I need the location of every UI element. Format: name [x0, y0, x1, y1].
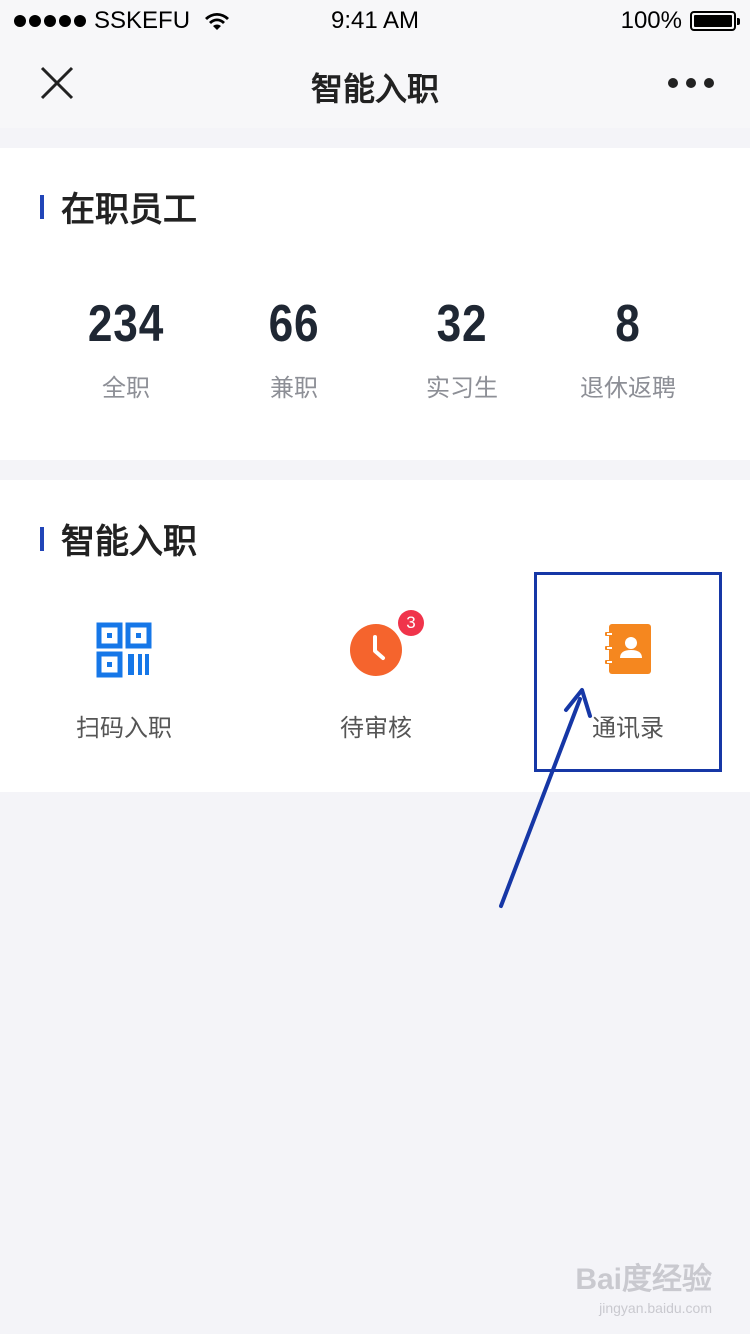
employees-title: 在职员工	[61, 190, 197, 230]
navigation-bar: 智能入职	[0, 40, 750, 128]
stat-rehired-retiree[interactable]: 8 退休返聘	[538, 294, 718, 403]
title-accent-bar	[40, 526, 44, 551]
stat-fulltime[interactable]: 234 全职	[36, 294, 216, 403]
battery-icon	[690, 11, 740, 31]
stat-label: 退休返聘	[580, 374, 676, 402]
stat-parttime[interactable]: 66 兼职	[204, 294, 384, 403]
stat-value: 32	[436, 295, 488, 353]
stat-value: 66	[268, 295, 320, 353]
tool-label: 待审核	[340, 714, 412, 742]
status-bar: SSKEFU 9:41 AM 100%	[0, 0, 750, 40]
stat-intern[interactable]: 32 实习生	[372, 294, 552, 403]
stat-label: 全职	[102, 374, 150, 402]
more-icon[interactable]	[668, 78, 714, 88]
watermark-url: jingyan.baidu.com	[599, 1300, 712, 1316]
page-title: 智能入职	[310, 70, 439, 108]
title-accent-bar	[40, 194, 44, 219]
section-title: 智能入职	[40, 514, 197, 563]
clock-icon: 3	[348, 610, 424, 678]
status-right: 100%	[620, 7, 740, 35]
stat-label: 兼职	[270, 374, 318, 402]
tool-label: 扫码入职	[76, 714, 172, 742]
highlight-frame	[534, 572, 722, 772]
watermark: Bai度经验 jingyan.baidu.com	[575, 1254, 712, 1316]
pending-count-badge: 3	[398, 610, 424, 636]
stat-value: 8	[615, 295, 641, 353]
onboarding-title: 智能入职	[61, 522, 197, 562]
stat-label: 实习生	[426, 374, 498, 402]
section-title: 在职员工	[40, 182, 197, 231]
scan-onboard-button[interactable]: 扫码入职	[24, 622, 224, 743]
pending-review-button[interactable]: 3 待审核	[276, 610, 476, 743]
battery-percent: 100%	[620, 7, 682, 34]
employees-card: 在职员工 234 全职 66 兼职 32 实习生 8 退休返聘	[0, 148, 750, 460]
stat-value: 234	[87, 295, 165, 353]
qr-code-icon	[96, 622, 152, 678]
watermark-logo: Bai度经验	[575, 1263, 712, 1296]
